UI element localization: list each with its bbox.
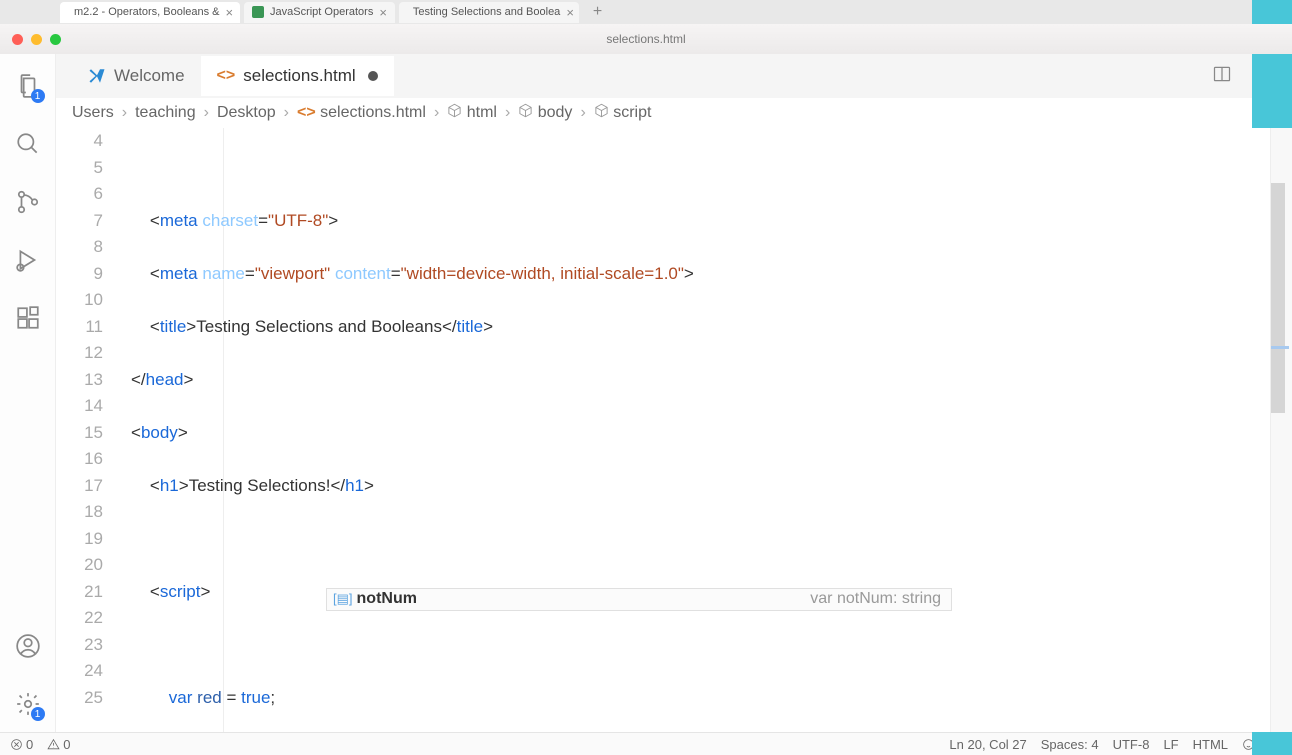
- line-number: 24: [56, 658, 103, 685]
- line-number: 22: [56, 605, 103, 632]
- browser-tab-strip: m2.2 - Operators, Booleans &×JavaScript …: [0, 0, 1292, 24]
- minimize-window-button[interactable]: [31, 34, 42, 45]
- crumb[interactable]: teaching: [135, 104, 196, 122]
- browser-tab-label: Testing Selections and Boolea: [413, 6, 560, 18]
- browser-tab[interactable]: Testing Selections and Boolea ×: [399, 2, 579, 23]
- breadcrumb[interactable]: Users› teaching› Desktop› <> selections.…: [56, 98, 1292, 128]
- status-errors[interactable]: 0: [10, 737, 33, 752]
- minimap-slider[interactable]: [1271, 183, 1285, 413]
- status-eol[interactable]: LF: [1163, 737, 1178, 752]
- window-title: selections.html: [606, 32, 685, 46]
- status-cursor[interactable]: Ln 20, Col 27: [949, 737, 1026, 752]
- suggestion-detail: var notNum: string: [810, 586, 941, 613]
- line-number: 5: [56, 155, 103, 182]
- browser-tab-label: m2.2 - Operators, Booleans &: [74, 6, 220, 18]
- settings-gear-icon[interactable]: 1: [14, 690, 42, 718]
- line-number: 12: [56, 340, 103, 367]
- extensions-icon[interactable]: [14, 304, 42, 332]
- crumb[interactable]: Users: [72, 104, 114, 122]
- account-icon[interactable]: [14, 632, 42, 660]
- status-warnings[interactable]: 0: [47, 737, 70, 752]
- line-number: 17: [56, 473, 103, 500]
- favicon: [252, 6, 264, 18]
- line-number: 25: [56, 685, 103, 712]
- close-window-button[interactable]: [12, 34, 23, 45]
- suggestion-name: notNum: [357, 586, 417, 613]
- split-editor-icon[interactable]: [1212, 64, 1232, 89]
- browser-tab-label: JavaScript Operators: [270, 6, 373, 18]
- source-control-icon[interactable]: [14, 188, 42, 216]
- explorer-badge: 1: [31, 89, 45, 103]
- editor-tab-bar: Welcome <> selections.html ···: [56, 54, 1292, 98]
- line-number: 6: [56, 181, 103, 208]
- variable-icon: [▤]: [333, 586, 353, 613]
- line-number: 23: [56, 632, 103, 659]
- crumb[interactable]: body: [518, 103, 572, 123]
- crumb[interactable]: Desktop: [217, 104, 276, 122]
- line-number: 20: [56, 552, 103, 579]
- line-number: 21: [56, 579, 103, 606]
- line-number: 9: [56, 261, 103, 288]
- line-number: 15: [56, 420, 103, 447]
- line-number: 10: [56, 287, 103, 314]
- tab-label: selections.html: [243, 66, 355, 86]
- tab-selections-html[interactable]: <> selections.html: [201, 56, 394, 96]
- window-chrome: selections.html: [0, 24, 1292, 54]
- code-brackets-icon: <>: [217, 67, 236, 85]
- line-number: 14: [56, 393, 103, 420]
- crumb[interactable]: <> selections.html: [297, 104, 426, 122]
- traffic-lights[interactable]: [12, 34, 61, 45]
- settings-badge: 1: [31, 707, 45, 721]
- modified-indicator: [368, 71, 378, 81]
- status-language[interactable]: HTML: [1193, 737, 1228, 752]
- line-number: 8: [56, 234, 103, 261]
- line-number: 4: [56, 128, 103, 155]
- intellisense-suggestion[interactable]: [▤] notNum var notNum: string: [326, 588, 952, 611]
- new-browser-tab-button[interactable]: +: [583, 3, 612, 21]
- tab-label: Welcome: [114, 66, 185, 86]
- explorer-icon[interactable]: 1: [14, 72, 42, 100]
- line-number: 16: [56, 446, 103, 473]
- line-number: 11: [56, 314, 103, 341]
- minimap[interactable]: [1270, 128, 1292, 732]
- status-encoding[interactable]: UTF-8: [1113, 737, 1150, 752]
- crumb[interactable]: html: [447, 103, 497, 123]
- line-number: 18: [56, 499, 103, 526]
- status-spaces[interactable]: Spaces: 4: [1041, 737, 1099, 752]
- maximize-window-button[interactable]: [50, 34, 61, 45]
- line-number: 7: [56, 208, 103, 235]
- line-number: 13: [56, 367, 103, 394]
- search-icon[interactable]: [14, 130, 42, 158]
- close-icon[interactable]: ×: [566, 5, 574, 20]
- crumb[interactable]: script: [594, 103, 652, 123]
- browser-tab[interactable]: m2.2 - Operators, Booleans & ×: [60, 2, 240, 23]
- code-content[interactable]: <meta charset="UTF-8"> <meta name="viewp…: [131, 128, 1270, 732]
- status-bar: 0 0 Ln 20, Col 27 Spaces: 4 UTF-8 LF HTM…: [0, 732, 1292, 755]
- code-editor[interactable]: 45678910111213141516171819202122232425 <…: [56, 128, 1292, 732]
- activity-bar: 1 1: [0, 54, 56, 732]
- browser-tab[interactable]: JavaScript Operators ×: [244, 2, 395, 23]
- close-icon[interactable]: ×: [226, 5, 234, 20]
- line-number: 19: [56, 526, 103, 553]
- close-icon[interactable]: ×: [379, 5, 387, 20]
- run-debug-icon[interactable]: [14, 246, 42, 274]
- line-number-gutter: 45678910111213141516171819202122232425: [56, 128, 131, 732]
- tab-welcome[interactable]: Welcome: [72, 56, 201, 96]
